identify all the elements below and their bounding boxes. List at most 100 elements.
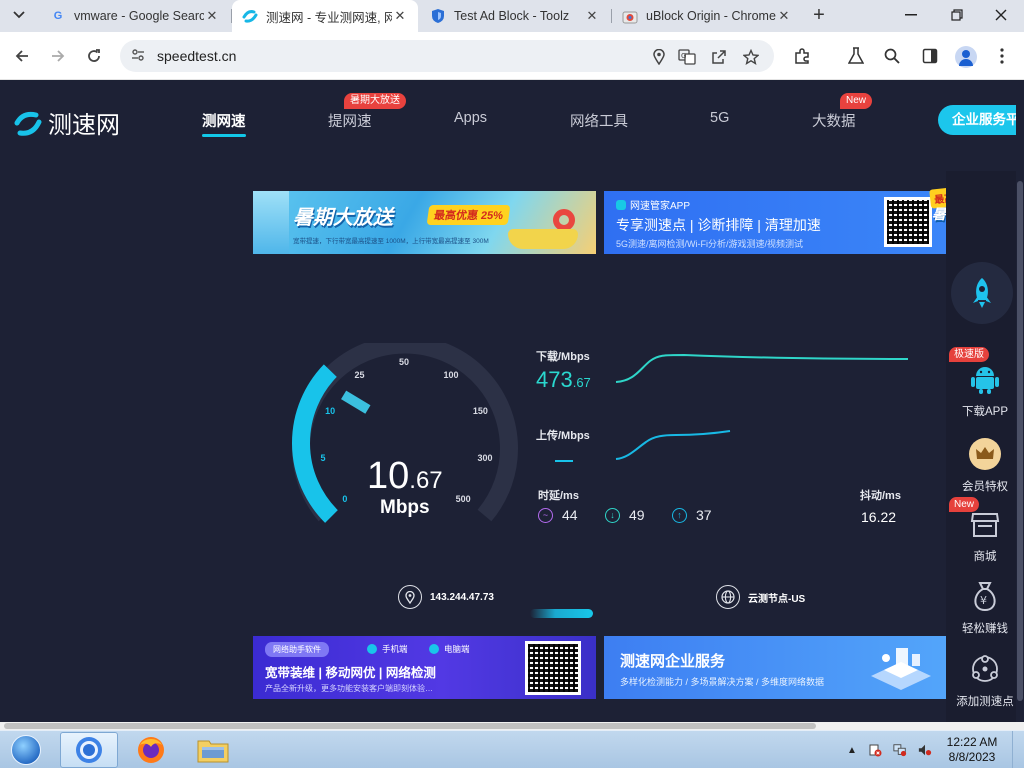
- scrollbar-thumb[interactable]: [4, 723, 816, 729]
- app-name: 网速管家APP: [630, 201, 691, 212]
- page-vertical-scrollbar[interactable]: [1016, 81, 1024, 722]
- app-services: 专享测速点 | 诊断排障 | 清理加速: [616, 217, 821, 233]
- url-text[interactable]: speedtest.cn: [157, 48, 236, 64]
- download-decimal: .67: [572, 375, 591, 390]
- network-nodes-icon: [967, 651, 1003, 687]
- google-icon: G: [53, 10, 63, 22]
- extensions-icon[interactable]: [792, 46, 812, 66]
- swim-ring-icon: [553, 209, 575, 231]
- sidebar-item-download-app[interactable]: 下载APP: [946, 361, 1024, 419]
- sidebar-item-earn-money[interactable]: ¥ 轻松赚钱: [946, 578, 1024, 636]
- test-node-name: 云测节点-US: [748, 593, 806, 605]
- action-center-icon[interactable]: [868, 743, 882, 757]
- back-button[interactable]: [10, 44, 34, 68]
- restore-button[interactable]: [934, 0, 980, 30]
- app-name-tag: 网速管家APP: [616, 197, 690, 212]
- close-tab-icon[interactable]: ✕: [776, 8, 792, 24]
- arrow-up-icon: ↑: [672, 507, 687, 523]
- gauge-needle: [341, 390, 371, 414]
- labs-flask-icon[interactable]: [846, 46, 866, 66]
- sidebar-item-add-node[interactable]: 添加测速点: [946, 651, 1024, 709]
- reload-button[interactable]: [82, 44, 106, 68]
- qr-code: [884, 197, 932, 247]
- taskbar-firefox[interactable]: [122, 732, 180, 768]
- start-button[interactable]: [6, 733, 46, 767]
- browser-toolbar: speedtest.cn G: [0, 32, 1024, 80]
- gauge-tick-label: 50: [399, 357, 410, 367]
- nav-item-apps[interactable]: Apps: [454, 110, 487, 126]
- upload-pending-dash: [555, 460, 573, 462]
- speed-int: 10: [367, 455, 410, 497]
- enterprise-service-button[interactable]: 企业服务平: [938, 105, 1024, 135]
- gauge-tick-label: 25: [354, 370, 365, 381]
- app-promo-banner[interactable]: 网速管家APP 专享测速点 | 诊断排障 | 清理加速 5G测速/离网检测/Wi…: [604, 191, 948, 254]
- svg-text:¥: ¥: [980, 594, 987, 607]
- side-panel-icon[interactable]: [920, 46, 940, 66]
- app-features: 5G测速/离网检测/Wi-Fi分析/游戏测速/视频测试: [616, 239, 803, 249]
- location-pin-icon[interactable]: [650, 48, 668, 66]
- close-tab-icon[interactable]: ✕: [204, 8, 220, 24]
- nav-item-network-tools[interactable]: 网络工具: [570, 110, 628, 131]
- close-tab-icon[interactable]: ✕: [392, 8, 408, 24]
- network-icon[interactable]: [893, 743, 907, 757]
- more-menu-icon[interactable]: [992, 46, 1012, 66]
- svg-text:G: G: [681, 52, 686, 60]
- volume-icon[interactable]: [918, 743, 932, 757]
- system-clock[interactable]: 12:22 AM 8/8/2023: [937, 735, 1007, 765]
- rocket-icon: [973, 278, 991, 308]
- close-window-button[interactable]: [978, 0, 1024, 30]
- sidebar-item-shop[interactable]: 商城: [946, 506, 1024, 564]
- sidebar-item-label: 添加测速点: [956, 696, 1014, 708]
- tab-speedtest[interactable]: 测速网 - 专业测网速, 网 ✕: [232, 0, 418, 32]
- tab-title: vmware - Google Searc: [74, 9, 204, 23]
- upload-label: 上传/Mbps: [536, 430, 590, 442]
- page-horizontal-scrollbar[interactable]: [0, 722, 1024, 730]
- test-node-row[interactable]: 云测节点-US: [716, 585, 805, 609]
- forward-button[interactable]: [46, 44, 70, 68]
- new-tab-button[interactable]: +: [806, 4, 832, 28]
- taskbar-chrome[interactable]: [60, 732, 118, 768]
- windows-taskbar: ▲ 12:22 AM 8/8/2023: [0, 730, 1024, 768]
- share-icon[interactable]: [710, 48, 728, 66]
- sidebar-badge-new: New: [949, 497, 980, 512]
- isometric-platform-illustration: [871, 648, 931, 690]
- test-progress-indicator: [530, 609, 593, 618]
- latency-download: ↓ 49: [605, 507, 645, 523]
- gauge-tick-label: 100: [443, 370, 459, 381]
- platform-mobile: 手机端: [367, 643, 408, 655]
- shield-icon: [430, 8, 446, 24]
- tab-test-ad-block[interactable]: Test Ad Block - Toolz ✕: [420, 0, 610, 32]
- gauge-tick-label: 500: [455, 493, 471, 504]
- network-assistant-banner[interactable]: 网络助手软件 手机端 电脑端 宽带装维 | 移动网优 | 网络检测 产品全新升级…: [253, 636, 596, 699]
- nav-item-boost[interactable]: 提网速: [328, 110, 372, 131]
- sidebar-item-label: 会员特权: [962, 481, 1008, 493]
- site-logo[interactable]: 测速网: [14, 105, 120, 140]
- speed-decimal: .67: [409, 467, 443, 494]
- site-info-icon[interactable]: [130, 48, 146, 64]
- sidebar-item-membership[interactable]: 会员特权: [946, 436, 1024, 494]
- nav-item-5g[interactable]: 5G: [710, 110, 729, 126]
- enterprise-service-banner[interactable]: 测速网企业服务 多样化检测能力 / 多场景解决方案 / 多维度网络数据: [604, 636, 946, 699]
- taskbar-file-explorer[interactable]: [184, 732, 242, 768]
- close-tab-icon[interactable]: ✕: [584, 8, 600, 24]
- sidebar-badge-lite: 极速版: [949, 347, 989, 362]
- search-icon[interactable]: [882, 46, 902, 66]
- tab-google-search[interactable]: G vmware - Google Searc ✕: [40, 0, 230, 32]
- profile-avatar-icon[interactable]: [955, 46, 977, 68]
- tab-ublock-origin[interactable]: uBlock Origin - Chrome ✕: [612, 0, 802, 32]
- tab-title: uBlock Origin - Chrome: [646, 9, 776, 23]
- minimize-button[interactable]: [888, 0, 934, 30]
- address-bar[interactable]: speedtest.cn G: [120, 40, 774, 72]
- gauge-tick-label: 5: [320, 452, 326, 463]
- show-hidden-icons[interactable]: ▲: [845, 743, 859, 757]
- show-desktop-button[interactable]: [1012, 731, 1024, 768]
- tab-search-dropdown[interactable]: [6, 4, 32, 26]
- bookmark-star-icon[interactable]: [742, 48, 760, 66]
- speed-boost-button[interactable]: [951, 262, 1013, 324]
- summer-promo-banner[interactable]: 暑期大放送 最高优惠 25% 宽带提速，下行带宽最高提速至 1000M，上行带宽…: [253, 191, 596, 254]
- nav-item-big-data[interactable]: 大数据: [812, 110, 856, 131]
- speedtest-icon: [242, 8, 258, 24]
- scrollbar-thumb[interactable]: [1017, 181, 1023, 701]
- translate-icon[interactable]: G: [678, 48, 696, 66]
- nav-item-speed-test[interactable]: 测网速: [202, 110, 246, 137]
